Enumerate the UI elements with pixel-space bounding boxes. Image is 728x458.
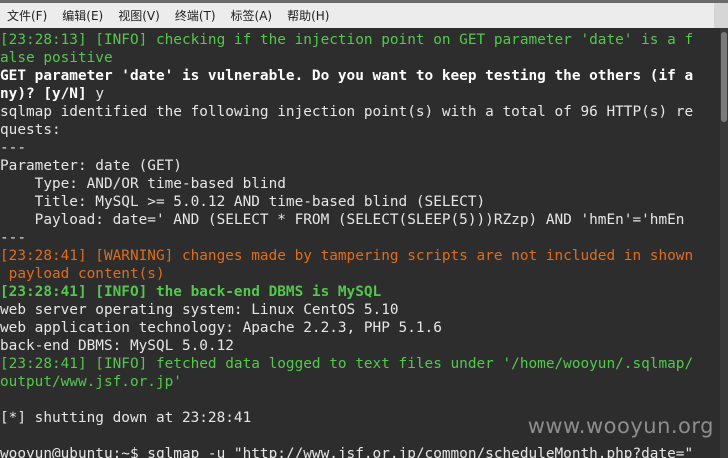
terminal-command-line: wooyun@ubuntu:~$ sqlmap -u "http://www.j… <box>0 446 694 458</box>
terminal-line: [23:28:13] [INFO] checking if the inject… <box>0 32 694 48</box>
menu-terminal[interactable]: 终端(T) <box>168 4 224 28</box>
terminal-prompt-line: GET parameter 'date' is vulnerable. Do y… <box>0 68 694 84</box>
terminal-info-line: [23:28:41] [INFO] the back-end DBMS is M… <box>0 284 382 300</box>
terminal-line: sqlmap identified the following injectio… <box>0 104 694 120</box>
terminal-line: Parameter: date (GET) <box>0 158 182 174</box>
scrollbar-thumb[interactable] <box>721 32 727 122</box>
terminal-warning-line: payload content(s) <box>0 266 165 282</box>
terminal-line: web application technology: Apache 2.2.3… <box>0 320 442 336</box>
terminal-line: Payload: date=' AND (SELECT * FROM (SELE… <box>0 212 685 228</box>
menu-bar: 文件(F) 编辑(E) 视图(V) 终端(T) 标签(A) 帮助(H) <box>0 0 728 28</box>
watermark: www.wooyun.org <box>527 414 714 438</box>
menu-file[interactable]: 文件(F) <box>0 4 55 28</box>
menu-tabs[interactable]: 标签(A) <box>224 4 281 28</box>
terminal-warning-line: [23:28:41] [WARNING] changes made by tam… <box>0 248 694 264</box>
terminal-output[interactable]: [23:28:13] [INFO] checking if the inject… <box>0 28 728 458</box>
terminal-line: alse positive <box>0 50 113 66</box>
terminal-line: back-end DBMS: MySQL 5.0.12 <box>0 338 234 354</box>
terminal-line: [*] shutting down at 23:28:41 <box>0 410 252 426</box>
terminal-line: Type: AND/OR time-based blind <box>0 176 286 192</box>
menu-view[interactable]: 视图(V) <box>111 4 168 28</box>
terminal-scrollbar[interactable] <box>720 28 728 458</box>
menu-help[interactable]: 帮助(H) <box>280 4 337 28</box>
terminal-info-line: [23:28:41] [INFO] fetched data logged to… <box>0 356 694 372</box>
terminal-separator: --- <box>0 140 26 156</box>
terminal-line: quests: <box>0 122 61 138</box>
terminal-line: Title: MySQL >= 5.0.12 AND time-based bl… <box>0 194 486 210</box>
menu-edit[interactable]: 编辑(E) <box>55 4 111 28</box>
terminal-prompt-line: ny)? [y/N] y <box>0 85 104 103</box>
prompt-question: ny)? [y/N] <box>0 86 96 102</box>
menubar-edge <box>714 3 728 28</box>
user-answer: y <box>95 86 104 102</box>
terminal-line: web server operating system: Linux CentO… <box>0 302 399 318</box>
terminal-info-line: output/www.jsf.or.jp' <box>0 374 182 390</box>
terminal-separator: --- <box>0 230 26 246</box>
